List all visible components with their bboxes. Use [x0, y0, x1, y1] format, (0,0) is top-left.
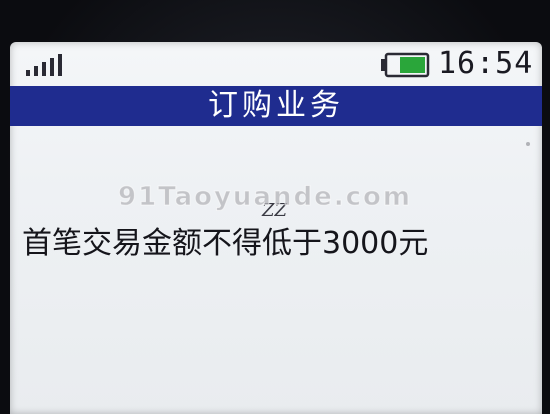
battery-level-fill: [400, 57, 425, 73]
phone-screen: 16:54 订购业务 ZZ 91Taoyuande.com 首笔交易金额不得低于…: [10, 42, 542, 414]
content-area: ZZ 91Taoyuande.com 首笔交易金额不得低于3000元: [10, 126, 542, 414]
phone-bezel: 16:54 订购业务 ZZ 91Taoyuande.com 首笔交易金额不得低于…: [0, 0, 550, 414]
battery-icon: [381, 52, 430, 78]
message-text: 首笔交易金额不得低于3000元: [22, 226, 429, 261]
screen-dust-mark: [526, 142, 530, 146]
status-bar: 16:54: [10, 42, 542, 86]
watermark-text: 91Taoyuande.com: [118, 182, 412, 213]
signal-strength-icon: [26, 54, 62, 76]
page-title: 订购业务: [10, 86, 542, 126]
clock-time: 16:54: [438, 46, 534, 81]
